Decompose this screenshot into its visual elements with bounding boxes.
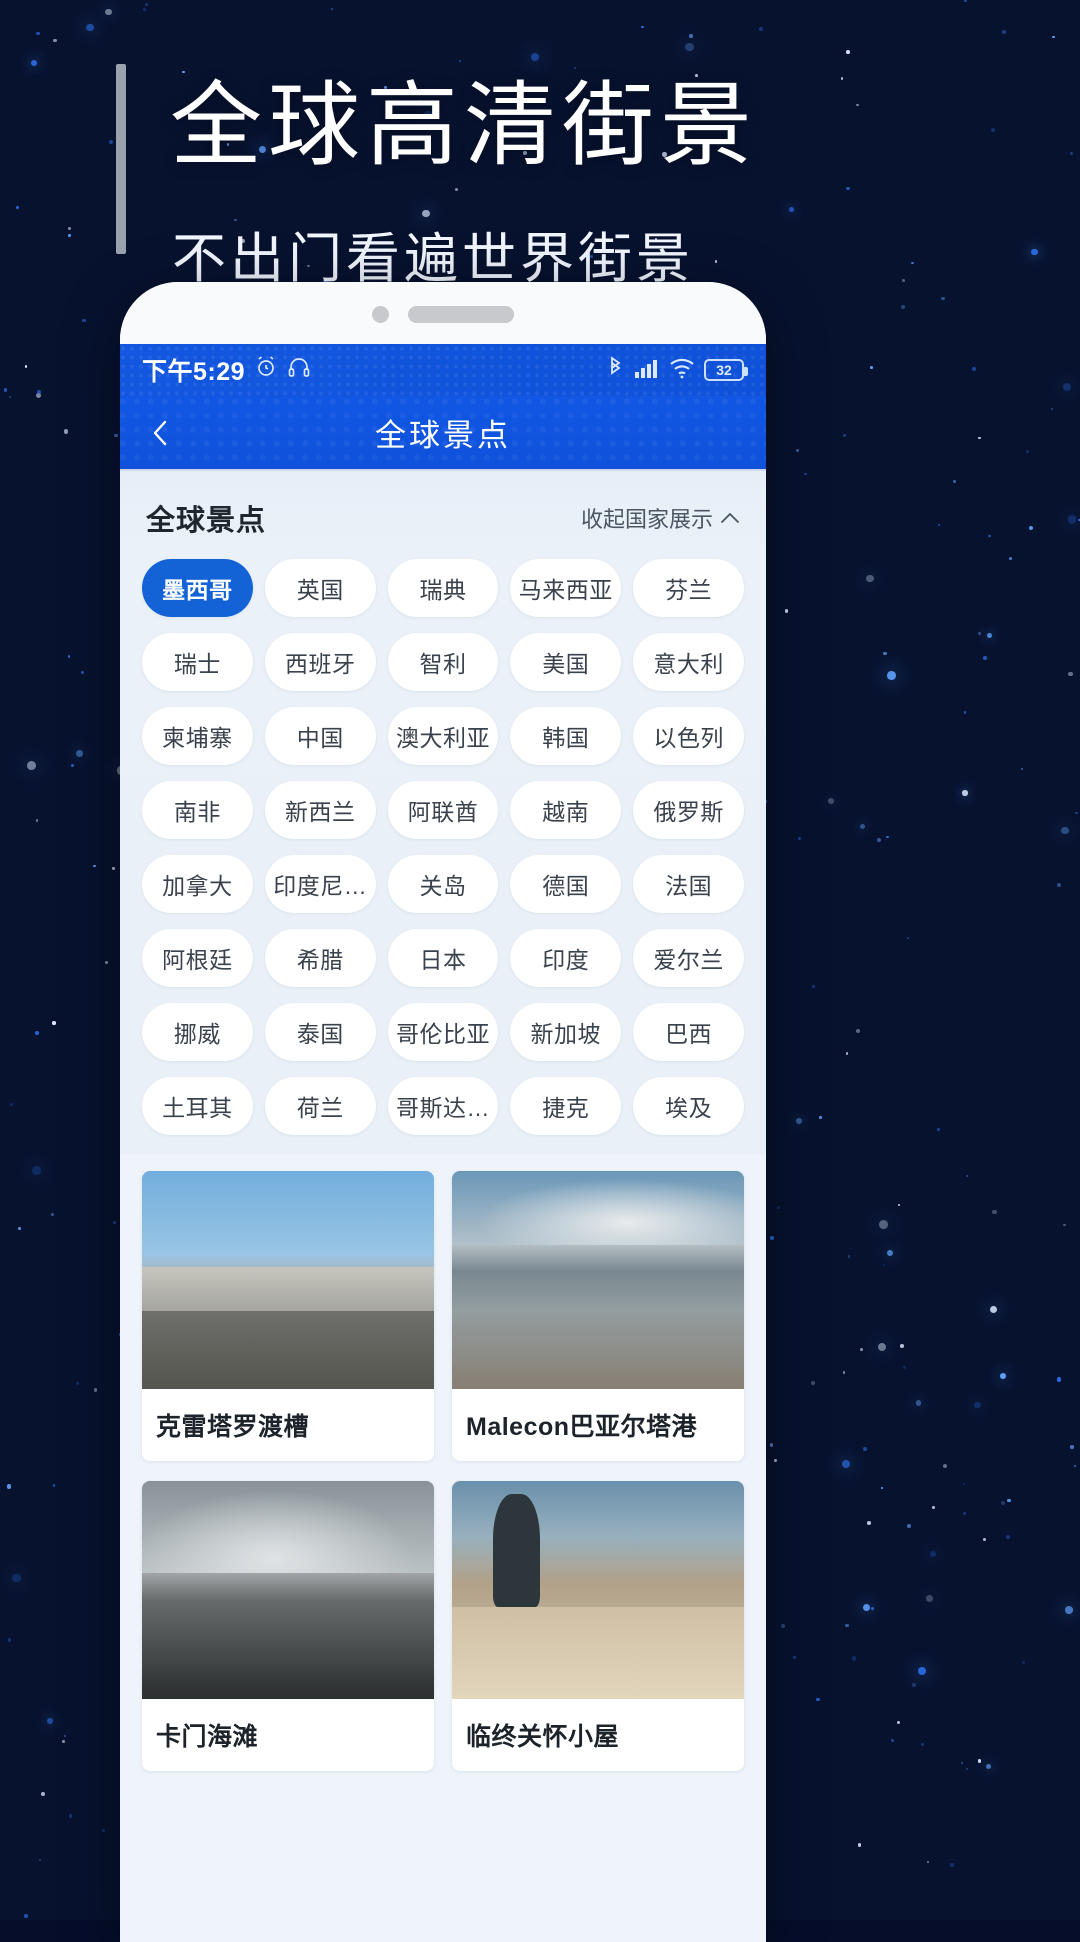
country-chip[interactable]: 印度 — [510, 929, 622, 987]
spot-card[interactable]: Malecon巴亚尔塔港 — [452, 1171, 744, 1461]
wifi-icon — [669, 357, 695, 384]
spot-card[interactable]: 临终关怀小屋 — [452, 1481, 744, 1771]
nav-title: 全球景点 — [375, 418, 511, 453]
alarm-clock-icon — [254, 355, 278, 386]
status-bar: 下午5:29 32 — [120, 344, 766, 396]
spot-thumbnail — [142, 1171, 434, 1389]
country-chip[interactable]: 以色列 — [633, 707, 744, 765]
country-chip[interactable]: 埃及 — [633, 1077, 744, 1135]
headline-accent-bar — [116, 64, 126, 254]
phone-screen: 下午5:29 32 全球景点 全球景点 收起国家展示 墨西哥 英国 瑞典 马来西… — [120, 344, 766, 1942]
country-chip[interactable]: 阿联酋 — [387, 781, 499, 839]
spot-title: Malecon巴亚尔塔港 — [466, 1413, 698, 1441]
back-chevron-icon[interactable] — [144, 416, 178, 450]
section-header: 全球景点 收起国家展示 — [120, 471, 766, 549]
spot-title: 临终关怀小屋 — [466, 1723, 620, 1751]
country-chip[interactable]: 新西兰 — [264, 781, 376, 839]
headphone-icon — [287, 355, 311, 386]
country-chip[interactable]: 韩国 — [510, 707, 622, 765]
thumbnail-overlay — [142, 1171, 434, 1389]
country-chip[interactable]: 爱尔兰 — [633, 929, 744, 987]
country-chip[interactable]: 法国 — [633, 855, 744, 913]
thumbnail-overlay — [452, 1171, 744, 1389]
country-chip[interactable]: 捷克 — [510, 1077, 622, 1135]
country-chip[interactable]: 墨西哥 — [142, 559, 253, 617]
thumbnail-overlay — [452, 1481, 744, 1699]
country-chip[interactable]: 智利 — [387, 633, 499, 691]
spot-thumbnail — [142, 1481, 434, 1699]
phone-mockup: 下午5:29 32 全球景点 全球景点 收起国家展示 墨西哥 英国 瑞典 马来西… — [120, 282, 766, 1942]
earpiece-speaker-icon — [408, 306, 514, 323]
country-chip[interactable]: 哥伦比亚 — [387, 1003, 499, 1061]
country-chip[interactable]: 巴西 — [633, 1003, 744, 1061]
nav-bar: 全球景点 — [120, 396, 766, 471]
signal-bars-icon — [634, 357, 660, 384]
country-chip[interactable]: 土耳其 — [142, 1077, 253, 1135]
country-chip[interactable]: 新加坡 — [510, 1003, 622, 1061]
collapse-countries-label: 收起国家展示 — [580, 507, 713, 532]
status-bar-left: 下午5:29 — [142, 352, 311, 388]
spot-card[interactable]: 克雷塔罗渡槽 — [142, 1171, 434, 1461]
country-chip[interactable]: 荷兰 — [264, 1077, 376, 1135]
country-chip[interactable]: 德国 — [510, 855, 622, 913]
spot-title: 克雷塔罗渡槽 — [156, 1413, 310, 1441]
status-bar-right: 32 — [605, 355, 748, 385]
country-chip[interactable]: 意大利 — [633, 633, 744, 691]
country-chip[interactable]: 美国 — [510, 633, 622, 691]
country-chip[interactable]: 英国 — [264, 559, 376, 617]
country-chip[interactable]: 澳大利亚 — [387, 707, 499, 765]
phone-earpiece-area — [120, 282, 766, 344]
country-chip[interactable]: 芬兰 — [633, 559, 744, 617]
country-chip[interactable]: 哥斯达… — [387, 1077, 499, 1135]
chevron-up-icon — [720, 505, 740, 531]
battery-level: 32 — [716, 362, 732, 378]
country-chip[interactable]: 马来西亚 — [510, 559, 622, 617]
bluetooth-icon — [605, 355, 625, 385]
collapse-countries-button[interactable]: 收起国家展示 — [581, 502, 740, 534]
country-chip[interactable]: 瑞士 — [142, 633, 253, 691]
country-chip[interactable]: 西班牙 — [264, 633, 376, 691]
country-chip[interactable]: 关岛 — [387, 855, 499, 913]
country-chip[interactable]: 柬埔寨 — [142, 707, 253, 765]
country-chip[interactable]: 阿根廷 — [142, 929, 253, 987]
country-chip[interactable]: 加拿大 — [142, 855, 253, 913]
spot-thumbnail — [452, 1171, 744, 1389]
spot-card[interactable]: 卡门海滩 — [142, 1481, 434, 1771]
country-chip[interactable]: 俄罗斯 — [633, 781, 744, 839]
status-time: 下午5:29 — [142, 358, 246, 386]
country-chip[interactable]: 日本 — [387, 929, 499, 987]
country-chip[interactable]: 中国 — [264, 707, 376, 765]
battery-icon: 32 — [704, 359, 748, 381]
country-chip[interactable]: 南非 — [142, 781, 253, 839]
spot-title: 卡门海滩 — [156, 1723, 259, 1751]
promo-headline: 全球高清街景 — [170, 72, 759, 179]
country-chip[interactable]: 印度尼… — [264, 855, 376, 913]
thumbnail-overlay — [142, 1481, 434, 1699]
country-chip[interactable]: 泰国 — [264, 1003, 376, 1061]
spot-card-grid: 克雷塔罗渡槽 Malecon巴亚尔塔港卡门海滩 临终关怀小屋 — [120, 1155, 766, 1771]
country-chip[interactable]: 越南 — [510, 781, 622, 839]
country-chip[interactable]: 挪威 — [142, 1003, 253, 1061]
country-chip[interactable]: 希腊 — [264, 929, 376, 987]
country-chip-grid: 墨西哥 英国 瑞典 马来西亚 芬兰瑞士 西班牙 智利 美国 意大利柬埔寨 中国 澳大利亚 韩国 以色列南… — [120, 549, 766, 1155]
spot-thumbnail — [452, 1481, 744, 1699]
country-chip[interactable]: 瑞典 — [387, 559, 499, 617]
section-title: 全球景点 — [146, 505, 267, 537]
camera-dot-icon — [372, 306, 389, 323]
